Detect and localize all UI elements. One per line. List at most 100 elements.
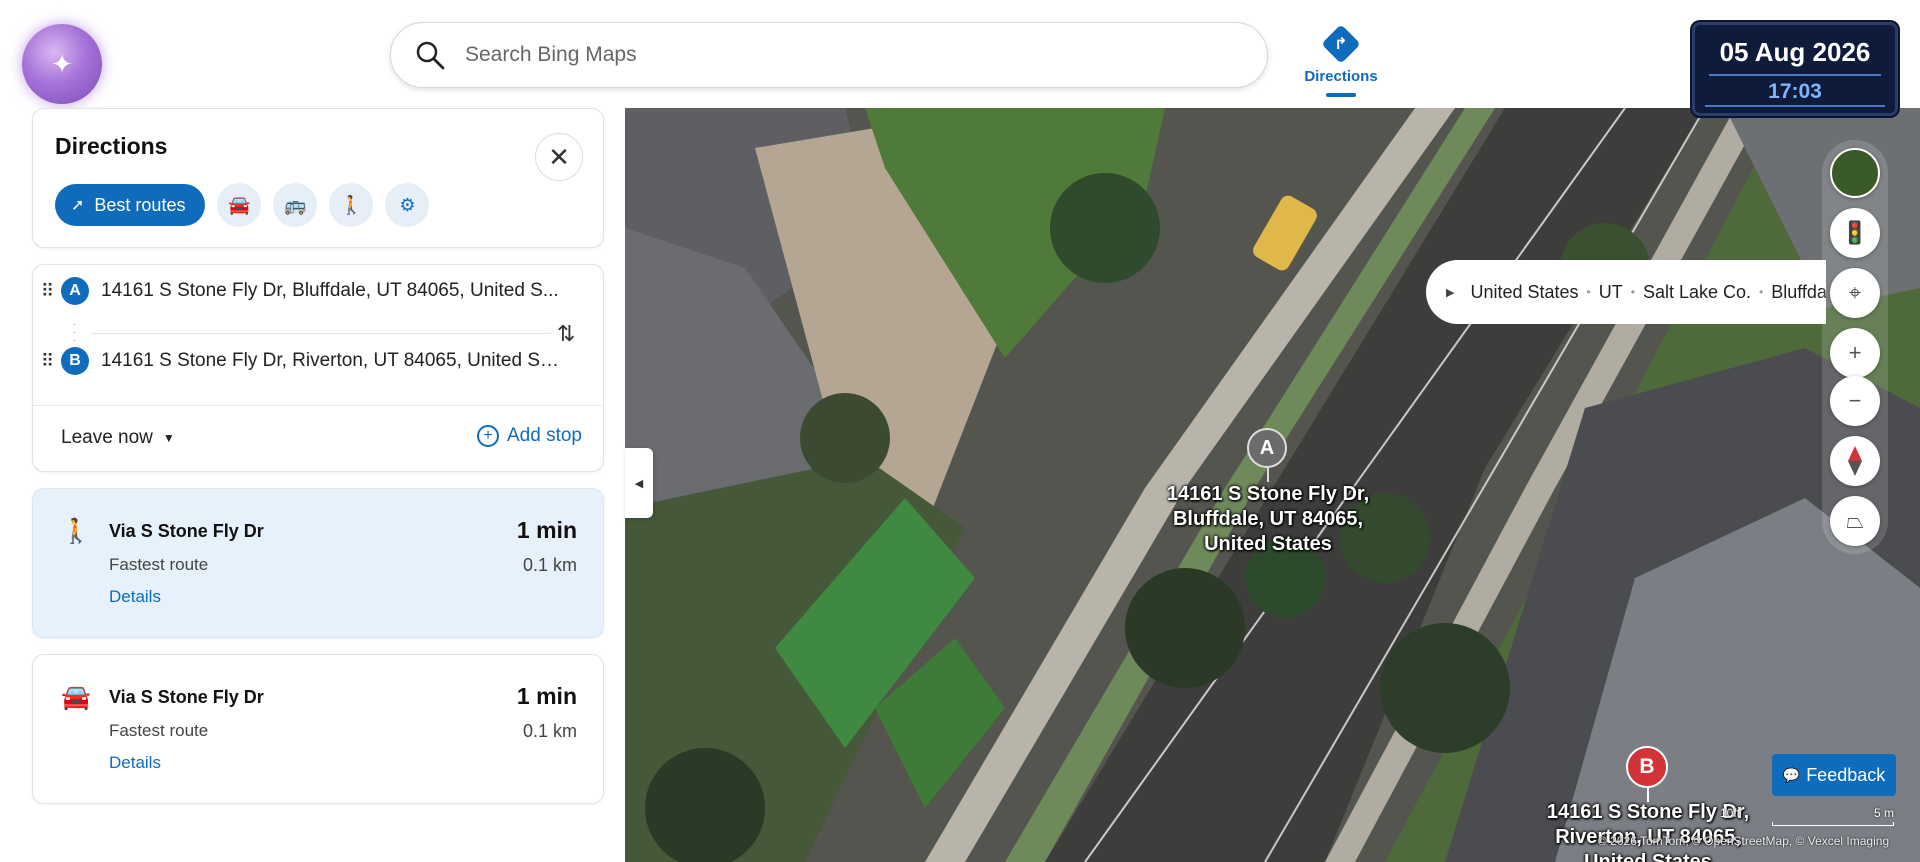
compass-button[interactable] [1830,436,1880,486]
route-card-walking[interactable]: 🚶 Via S Stone Fly Dr Fastest route Detai… [32,488,604,638]
tilt-icon: ⏢ [1846,508,1864,533]
close-icon: ✕ [548,141,570,172]
tilt-button[interactable]: ⏢ [1830,496,1880,546]
zoom-in-button[interactable]: + [1830,328,1880,378]
walk-icon: 🚶 [61,518,91,545]
map-label-a-line: Bluffdale, UT 84065, [1172,508,1364,530]
route-time: 1 min [516,517,577,543]
date-bottom-line [1705,105,1885,107]
search-bar[interactable] [390,22,1268,88]
tab-directions-label: Directions [1304,68,1378,85]
route-connector-dots: · · · [73,319,77,346]
map-pin-b[interactable]: B [1626,746,1668,802]
caret-down-icon: ▼ [162,431,175,445]
date-text: 05 Aug 2026 [1719,37,1871,67]
route-details-link[interactable]: Details [109,587,161,607]
caret-left-icon: ◀ [634,477,644,490]
route-options-button[interactable]: ⚙ [385,183,430,227]
add-stop-button[interactable]: + Add stop [477,425,582,447]
breadcrumb-state[interactable]: UT [1599,282,1623,303]
add-stop-label: Add stop [507,425,582,446]
directions-icon: ↱ [1321,24,1361,64]
caret-right-icon: ▶ [1446,286,1455,299]
best-routes-icon: ➚ [71,197,85,214]
collapse-panel-button[interactable]: ◀ [625,448,653,518]
mode-transit-button[interactable]: 🚌 [273,183,318,227]
best-routes-label: Best routes [94,194,186,215]
date-divider [1709,74,1881,76]
feedback-label: Feedback [1806,764,1886,785]
tab-directions[interactable]: ↱ Directions [1300,24,1382,100]
time-text: 17:03 [1768,80,1822,103]
tab-active-indicator [1326,93,1356,97]
mode-walking-button[interactable]: 🚶 [329,183,374,227]
bus-icon: 🚌 [284,194,307,215]
date-time-widget: 05 Aug 2026 17:03 [1692,22,1898,116]
directions-card: Directions ✕ ➚ Best routes 🚘 🚌 🚶 ⚙ [32,108,604,248]
panel-title: Directions [55,133,168,159]
feedback-icon: 💬 [1782,766,1801,783]
breadcrumb-separator: • [1759,285,1764,299]
drag-handle-icon[interactable]: ⠿ [41,351,55,372]
crosshair-icon: ⌖ [1848,280,1862,305]
zoom-out-button[interactable]: − [1830,376,1880,426]
route-time: 1 min [516,683,577,709]
map-label-a-line: 14161 S Stone Fly Dr, [1166,483,1370,505]
compass-icon [1848,446,1862,476]
traffic-button[interactable]: 🚦 [1830,208,1880,258]
route-distance: 0.1 km [522,721,577,741]
scale-bar [1772,822,1894,826]
route-details-link[interactable]: Details [109,753,161,773]
breadcrumb-county[interactable]: Salt Lake Co. [1643,282,1751,303]
feedback-button[interactable]: 💬 Feedback [1772,754,1896,796]
leave-now-dropdown[interactable]: Leave now ▼ [61,427,175,449]
map-style-button[interactable] [1830,148,1880,198]
waypoint-divider [91,333,551,334]
close-button[interactable]: ✕ [535,133,583,181]
search-icon [416,41,445,70]
waypoint-a-row[interactable]: ⠿ A 14161 S Stone Fly Dr, Bluffdale, UT … [33,273,603,309]
map-label-a: 14161 S Stone Fly Dr, Bluffdale, UT 8406… [1148,482,1388,557]
waypoint-b-pin: B [61,347,89,375]
scale-feet: 10ft [1720,806,1741,820]
breadcrumb-separator: • [1630,285,1635,299]
waypoint-a-pin: A [61,277,89,305]
scale-meters: 5 m [1873,806,1894,820]
best-routes-button[interactable]: ➚ Best routes [55,184,206,226]
waypoint-b-input[interactable]: 14161 S Stone Fly Dr, Riverton, UT 84065… [101,350,561,372]
drag-handle-icon[interactable]: ⠿ [41,281,55,302]
breadcrumb-country[interactable]: United States [1470,282,1578,303]
map-pin-a[interactable]: A [1247,428,1287,482]
breadcrumb-separator: • [1586,285,1591,299]
travel-mode-bar: ➚ Best routes 🚘 🚌 🚶 ⚙ [55,183,430,227]
route-subtitle: Fastest route [109,721,209,740]
waypoint-b-row[interactable]: ⠿ B 14161 S Stone Fly Dr, Riverton, UT 8… [33,343,603,379]
plus-icon: + [1848,340,1862,365]
search-input[interactable] [465,43,1225,67]
walk-icon: 🚶 [340,194,363,215]
minus-icon: − [1848,388,1862,413]
route-distance: 0.1 km [522,555,577,575]
copilot-button[interactable]: ✦ [22,24,102,104]
settings-sliders-icon: ⚙ [399,194,416,215]
mode-driving-button[interactable]: 🚘 [217,183,262,227]
route-subtitle: Fastest route [109,555,209,574]
waypoints-card: ⠿ A 14161 S Stone Fly Dr, Bluffdale, UT … [32,264,604,472]
car-icon: 🚘 [228,194,251,215]
location-breadcrumb[interactable]: ▶ United States • UT • Salt Lake Co. • B… [1426,260,1826,324]
breadcrumb-city[interactable]: Bluffdale [1771,282,1826,303]
route-card-driving[interactable]: 🚘 Via S Stone Fly Dr Fastest route Detai… [32,654,604,804]
traffic-light-icon: 🚦 [1841,220,1869,245]
locate-me-button[interactable]: ⌖ [1830,268,1880,318]
plus-circle-icon: + [477,425,499,447]
leave-now-label: Leave now [61,427,153,448]
map-label-b-line: United States [1584,851,1712,862]
map-attribution: © 2026 TomTom, © OpenStreetMap, © Vexcel… [1598,834,1890,848]
waypoints-separator [33,405,603,406]
route-title: Via S Stone Fly Dr [109,687,264,707]
map-label-a-line: United States [1204,533,1332,555]
bing-maps-page: ✦ ↱ Directions 05 Aug 2026 17:03 Directi… [0,0,1920,862]
car-icon: 🚘 [61,684,91,711]
route-title: Via S Stone Fly Dr [109,521,264,541]
waypoint-a-input[interactable]: 14161 S Stone Fly Dr, Bluffdale, UT 8406… [101,280,561,302]
